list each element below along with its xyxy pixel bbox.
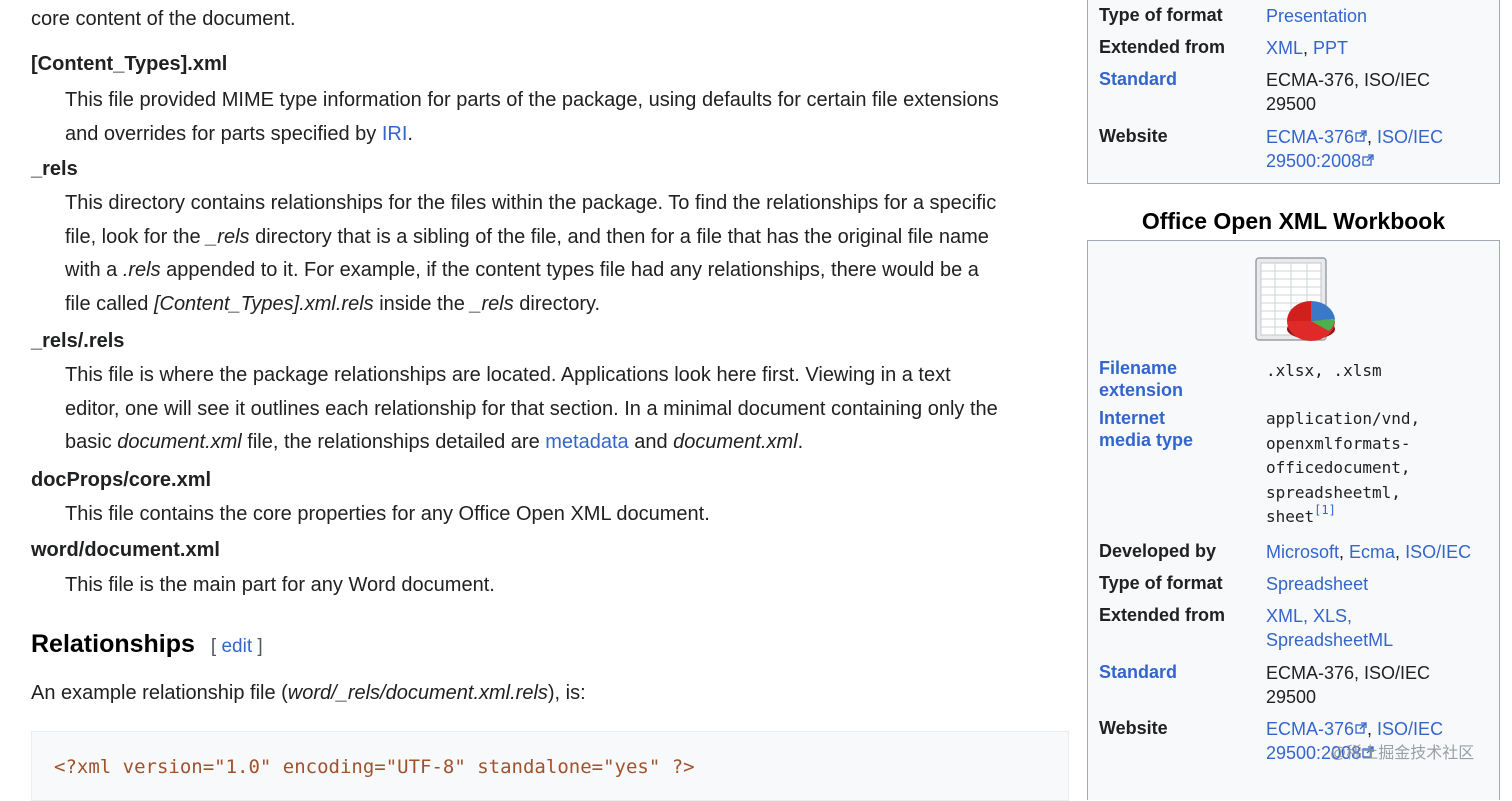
- definition-content-types: This file provided MIME type information…: [65, 84, 1075, 151]
- definition-line: This file is the main part for any Word …: [65, 574, 495, 596]
- xml-xls-link[interactable]: XML, XLS,: [1266, 604, 1496, 628]
- label-type-of-format: Type of format: [1099, 5, 1223, 25]
- label-extended-from: Extended from: [1099, 605, 1226, 625]
- value-developed-by: Microsoft, Ecma, ISO/IEC: [1266, 542, 1472, 562]
- label-type-of-format: Type of format: [1099, 573, 1223, 593]
- iso-iec-link[interactable]: ISO/IEC: [1377, 127, 1443, 147]
- edit-section: [ edit ]: [210, 636, 263, 657]
- external-link-icon: [1355, 130, 1367, 142]
- standard-link[interactable]: Standard: [1099, 661, 1259, 683]
- microsoft-link[interactable]: Microsoft: [1266, 542, 1339, 562]
- section-title: Relationships: [31, 630, 195, 658]
- term-rels: _rels: [31, 158, 78, 180]
- definition-line: This file provided MIME type information…: [65, 89, 999, 111]
- intro-fragment: core content of the document.: [31, 8, 296, 30]
- value-standard: ECMA-376, ISO/IEC 29500: [1266, 663, 1431, 707]
- iso-iec-link[interactable]: ISO/IEC: [1405, 542, 1471, 562]
- value-extended-from: XML, XLS, SpreadsheetML: [1266, 604, 1496, 652]
- code-line: <?xml version="1.0" encoding="UTF-8" sta…: [54, 756, 695, 778]
- term-rels-rels: _rels/.rels: [31, 330, 125, 352]
- definition-line: This file contains the core properties f…: [65, 503, 710, 525]
- example-intro: An example relationship file (word/_rels…: [31, 682, 586, 704]
- label-website: Website: [1099, 126, 1168, 146]
- definition-line: with a .rels appended to it. For example…: [65, 259, 979, 281]
- external-link-icon: [1355, 722, 1367, 734]
- value-standard: ECMA-376, ISO/IEC 29500: [1266, 70, 1431, 114]
- value-type-of-format: Spreadsheet: [1266, 572, 1496, 596]
- iri-link[interactable]: IRI: [382, 123, 408, 145]
- definition-line: file called [Content_Types].xml.rels ins…: [65, 292, 601, 315]
- internet-media-type-link[interactable]: Internet media type: [1099, 407, 1259, 451]
- definition-rels: This directory contains relationships fo…: [65, 187, 1075, 321]
- external-link-icon: [1362, 154, 1374, 166]
- infobox-presentation: Type of format Presentation Extended fro…: [1087, 0, 1500, 184]
- spreadsheetml-link[interactable]: SpreadsheetML: [1266, 628, 1496, 652]
- iso-29500-link[interactable]: 29500:2008: [1266, 151, 1361, 171]
- ecma-link[interactable]: Ecma: [1349, 542, 1395, 562]
- ecma-376-link[interactable]: ECMA-376: [1266, 719, 1354, 739]
- watermark: @稀土掘金技术社区: [1330, 745, 1475, 762]
- spreadsheet-link[interactable]: Spreadsheet: [1266, 574, 1368, 594]
- definition-line: This file is where the package relations…: [65, 364, 951, 386]
- term-docprops-core: docProps/core.xml: [31, 469, 212, 491]
- metadata-link[interactable]: metadata: [545, 431, 628, 453]
- definition-docprops-core: This file contains the core properties f…: [65, 498, 1075, 532]
- value-filename-extension: .xlsx, .xlsm: [1266, 361, 1382, 380]
- definition-word-document: This file is the main part for any Word …: [65, 569, 1075, 603]
- ecma-376-link[interactable]: ECMA-376: [1266, 127, 1354, 147]
- section-heading-relationships: Relationships [ edit ]: [31, 628, 263, 660]
- definition-line: This directory contains relationships fo…: [65, 192, 997, 214]
- label-extended-from: Extended from: [1099, 37, 1226, 57]
- filename-extension-link[interactable]: Filename extension: [1099, 357, 1259, 401]
- definition-line: file, look for the _rels directory that …: [65, 225, 989, 248]
- definition-rels-rels: This file is where the package relations…: [65, 359, 1075, 460]
- label-developed-by: Developed by: [1099, 541, 1217, 561]
- standard-link[interactable]: Standard: [1099, 68, 1259, 90]
- value-extended-from: XML, PPT: [1266, 38, 1349, 58]
- presentation-link[interactable]: Presentation: [1266, 6, 1367, 26]
- ppt-link[interactable]: PPT: [1313, 38, 1348, 58]
- iso-iec-link[interactable]: ISO/IEC: [1377, 719, 1443, 739]
- definition-line: basic document.xml file, the relationshi…: [65, 431, 804, 453]
- definition-line: and overrides for parts specified by IRI…: [65, 122, 413, 145]
- value-type-of-format: Presentation: [1266, 4, 1496, 28]
- reference-link[interactable]: [1]: [1314, 503, 1336, 517]
- definition-line: editor, one will see it outlines each re…: [65, 397, 998, 420]
- edit-link[interactable]: edit: [221, 636, 252, 657]
- code-block: <?xml version="1.0" encoding="UTF-8" sta…: [31, 731, 1069, 801]
- term-word-document: word/document.xml: [31, 539, 220, 561]
- term-content-types: [Content_Types].xml: [31, 53, 228, 75]
- value-website: ECMA-376, ISO/IEC 29500:2008: [1266, 127, 1444, 171]
- label-website: Website: [1099, 718, 1168, 738]
- infobox-workbook: Filename extension .xlsx, .xlsm Internet m…: [1087, 240, 1500, 800]
- spreadsheet-pie-chart-icon[interactable]: [1253, 255, 1343, 347]
- infobox-title: Office Open XML Workbook: [1141, 208, 1446, 234]
- value-media-type: application/vnd, openxmlformats- officed…: [1266, 409, 1421, 526]
- xml-link[interactable]: XML: [1266, 38, 1303, 58]
